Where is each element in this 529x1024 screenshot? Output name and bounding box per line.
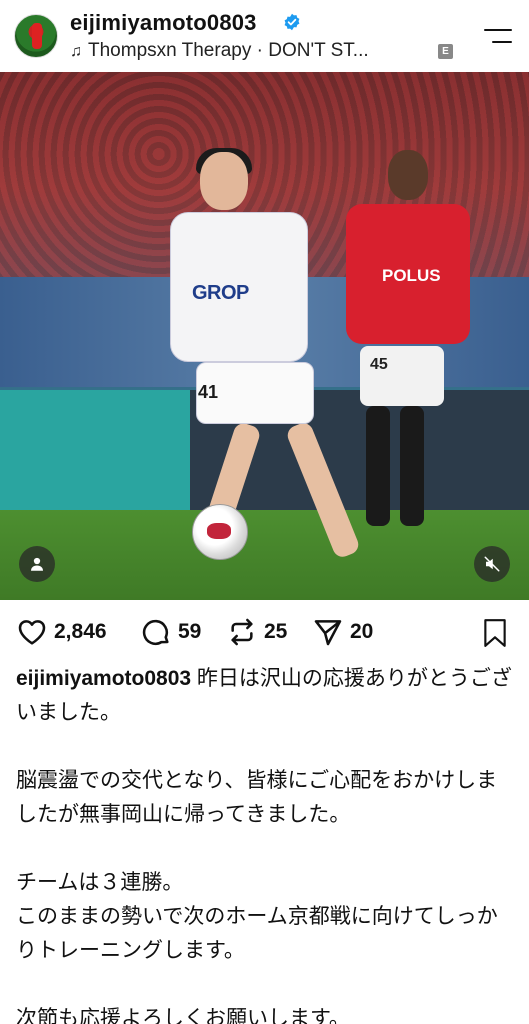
post-header: eijimiyamoto0803 ♫ Thompsxn Therapy · DON…	[0, 0, 529, 72]
bookmark-icon[interactable]	[482, 618, 508, 648]
caption-line-4: このままの勢いで次のホーム京都戦に向けてしっかりトレーニングします。	[16, 905, 498, 962]
ad-board-teal	[0, 390, 190, 510]
person-icon	[31, 557, 43, 571]
player-red: POLUS 45	[340, 146, 480, 546]
player-white-number: 41	[198, 382, 219, 402]
music-info[interactable]: ♫ Thompsxn Therapy · DON'T ST...	[70, 40, 369, 62]
comment-icon	[142, 619, 169, 646]
username[interactable]: eijimiyamoto0803	[70, 10, 257, 36]
comment-count: 59	[178, 620, 202, 643]
caption-line-3: チームは３連勝。	[16, 871, 184, 894]
music-title: Thompsxn Therapy · DON'T ST...	[88, 40, 369, 61]
repost-count: 25	[264, 620, 288, 643]
send-icon	[314, 620, 342, 646]
like-count: 2,846	[54, 620, 107, 643]
repost-icon	[231, 618, 253, 646]
menu-icon[interactable]	[484, 28, 512, 46]
music-note-icon: ♫	[70, 43, 82, 60]
action-bar: 2,846 59 25 20	[0, 612, 529, 652]
speaker-muted-icon	[484, 556, 500, 572]
mute-button[interactable]	[474, 546, 510, 582]
player-red-sponsor: POLUS	[382, 266, 441, 285]
comment-button[interactable]: 59	[140, 616, 201, 648]
like-button[interactable]: 2,846	[16, 616, 107, 648]
player-white: GROP 41	[170, 148, 362, 572]
explicit-badge: E	[438, 44, 453, 59]
caption-line-5: 次節も応援よろしくお願いします。	[16, 1007, 350, 1024]
post-photo[interactable]: POLUS 45 GROP 41	[0, 72, 529, 600]
player-white-sponsor: GROP	[192, 282, 249, 304]
avatar[interactable]	[14, 14, 58, 58]
user-tag-button[interactable]	[19, 546, 55, 582]
share-button[interactable]: 20	[312, 616, 373, 648]
caption-username[interactable]: eijimiyamoto0803	[16, 667, 191, 690]
heart-icon	[18, 620, 46, 645]
post-caption: eijimiyamoto0803 昨日は沢山の応援ありがとうございました。 脳震…	[16, 662, 516, 1024]
player-red-number: 45	[370, 356, 388, 373]
share-count: 20	[350, 620, 374, 643]
soccer-ball	[192, 504, 248, 560]
verified-badge-icon	[284, 13, 300, 31]
caption-line-2: 脳震盪での交代となり、皆様にご心配をおかけしましたが無事岡山に帰ってきました。	[16, 769, 498, 826]
repost-button[interactable]: 25	[226, 616, 287, 648]
